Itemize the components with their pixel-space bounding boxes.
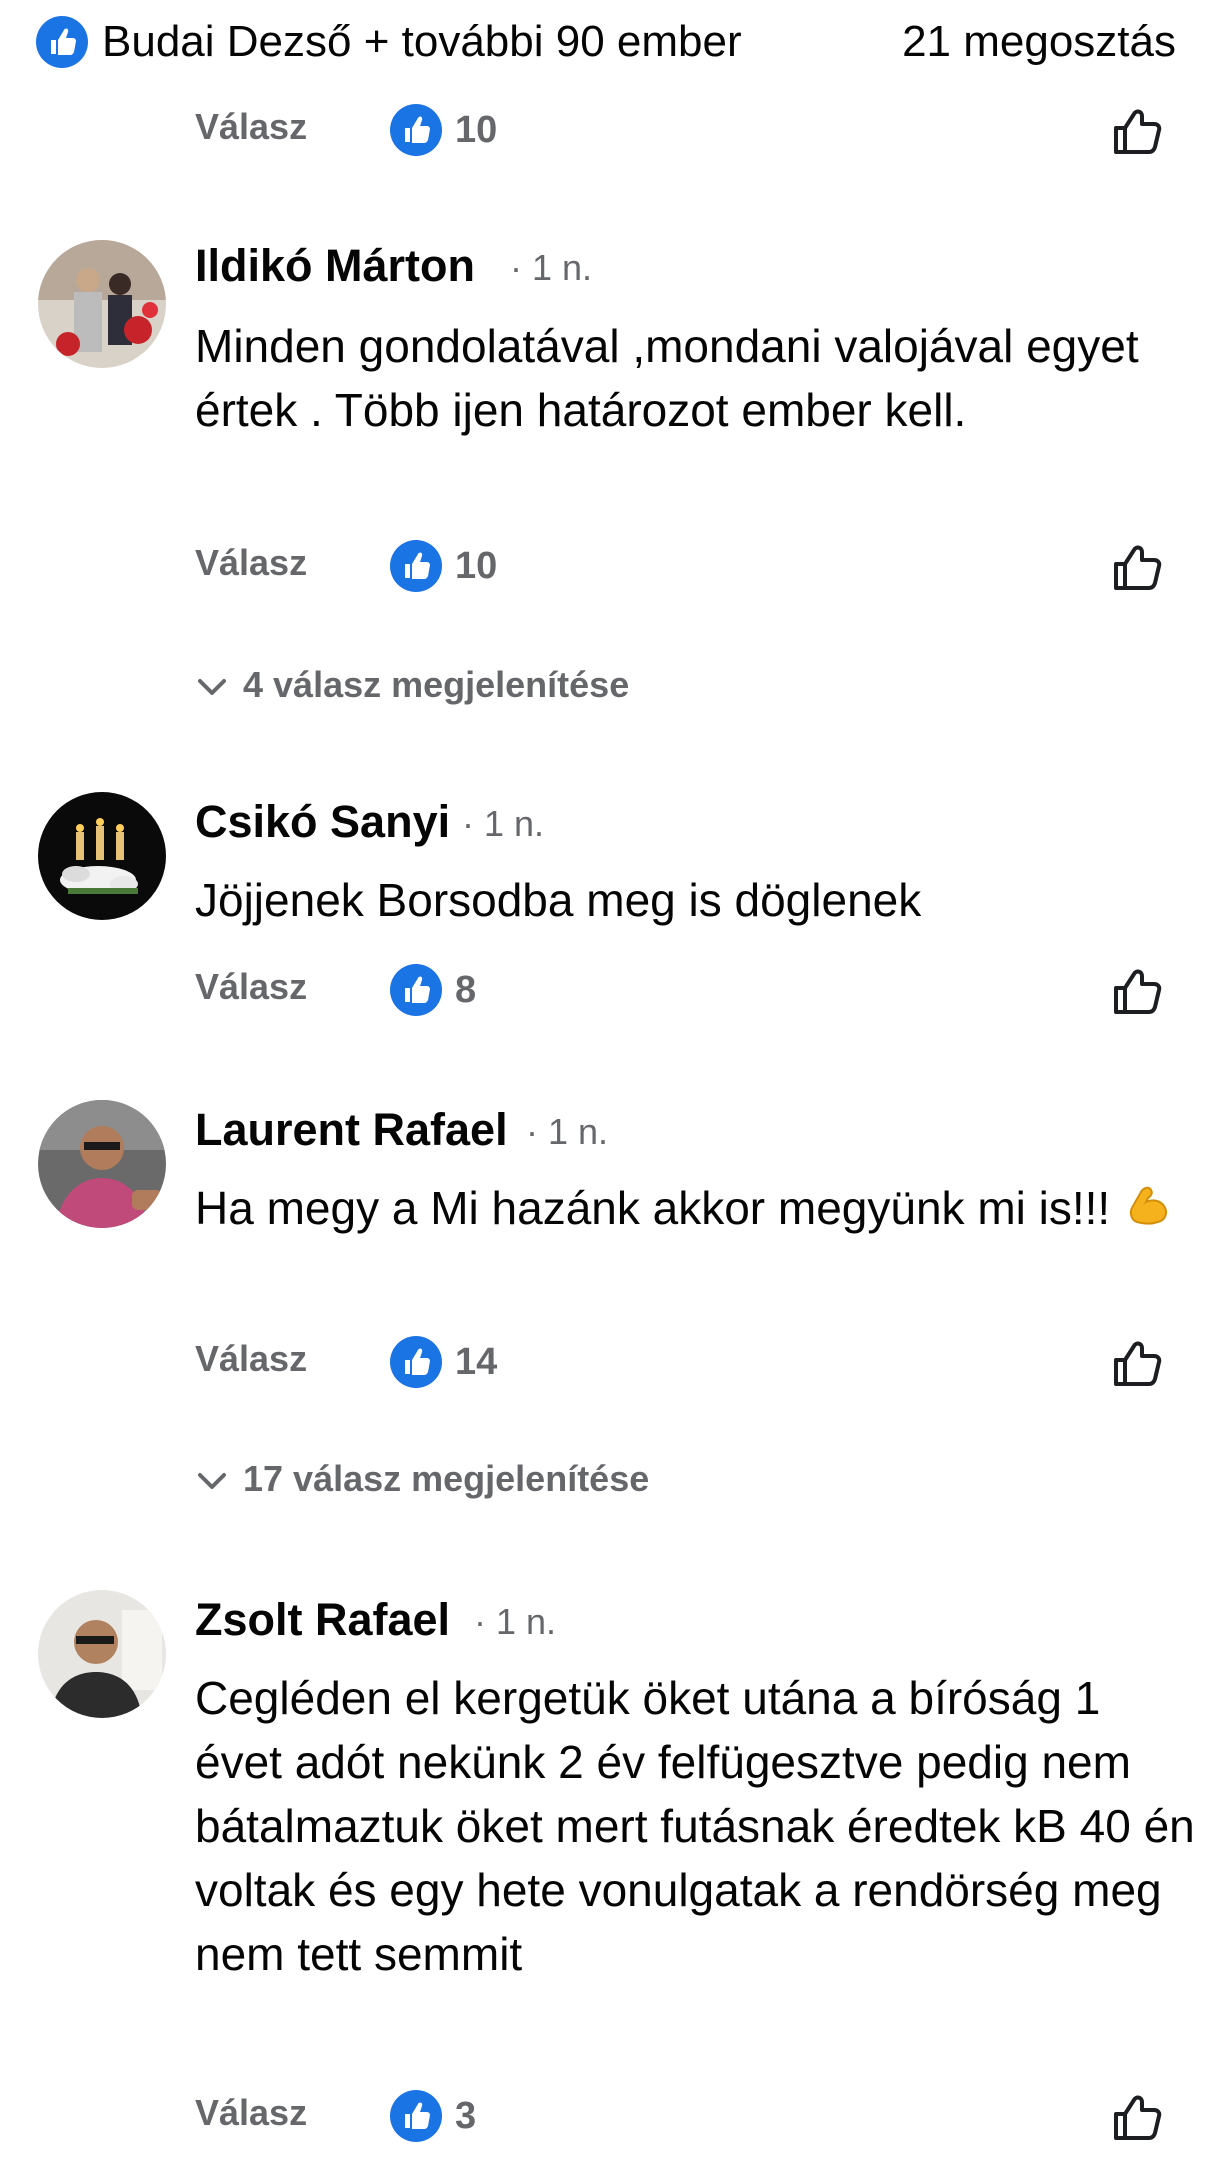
thumbs-up-like-button[interactable] xyxy=(1110,540,1164,594)
view-replies-button[interactable]: 17 válasz megjelenítése xyxy=(195,1454,649,1506)
like-reaction-icon[interactable] xyxy=(390,104,442,156)
reply-button[interactable]: Válasz xyxy=(195,1334,307,1384)
like-reaction-icon[interactable] xyxy=(390,540,442,592)
comment-author[interactable]: Zsolt Rafael xyxy=(195,1592,450,1648)
comment-text: Minden gondolatával ,mondani valojával e… xyxy=(195,320,1139,436)
share-count[interactable]: 21 megosztás xyxy=(902,14,1176,70)
comment-author[interactable]: Laurent Rafael xyxy=(195,1102,508,1158)
reaction-count[interactable]: 10 xyxy=(455,540,497,592)
comment-timestamp[interactable]: · 1 n. xyxy=(474,1594,556,1650)
comment-text: Ha megy a Mi hazánk akkor megyünk mi is!… xyxy=(195,1176,1195,1240)
view-replies-button[interactable]: 4 válasz megjelenítése xyxy=(195,660,629,712)
reply-button[interactable]: Válasz xyxy=(195,538,307,588)
avatar[interactable] xyxy=(38,240,166,368)
comment-text: Jöjjenek Borsodba meg is döglenek xyxy=(195,874,922,926)
flexed-biceps-emoji xyxy=(1123,1180,1175,1232)
like-reaction-icon[interactable] xyxy=(390,964,442,1016)
thumbs-up-like-button[interactable] xyxy=(1110,1336,1164,1390)
reply-button[interactable]: Válasz xyxy=(195,102,307,152)
comment-timestamp[interactable]: · 1 n. xyxy=(526,1104,608,1160)
reply-button[interactable]: Válasz xyxy=(195,962,307,1012)
likers-summary[interactable]: Budai Dezső + további 90 ember xyxy=(102,14,742,70)
thumbs-up-like-button[interactable] xyxy=(1110,2090,1164,2144)
like-reaction-icon[interactable] xyxy=(36,16,88,68)
chevron-down-icon xyxy=(195,662,229,712)
like-reaction-icon[interactable] xyxy=(390,2090,442,2142)
comment-timestamp[interactable]: · 1 n. xyxy=(510,240,592,296)
reply-button[interactable]: Válasz xyxy=(195,2088,307,2138)
avatar[interactable] xyxy=(38,1100,166,1228)
comment-author[interactable]: Ildikó Márton xyxy=(195,238,475,294)
view-replies-label: 4 válasz megjelenítése xyxy=(243,664,630,705)
reactions-summary-bar: Budai Dezső + további 90 ember 21 megosz… xyxy=(0,0,1220,85)
comment-author[interactable]: Csikó Sanyi xyxy=(195,794,450,850)
comment-timestamp[interactable]: · 1 n. xyxy=(462,796,544,852)
avatar[interactable] xyxy=(38,792,166,920)
view-replies-label: 17 válasz megjelenítése xyxy=(243,1458,650,1499)
chevron-down-icon xyxy=(195,1456,229,1506)
thumbs-up-like-button[interactable] xyxy=(1110,104,1164,158)
thumbs-up-like-button[interactable] xyxy=(1110,964,1164,1018)
like-reaction-icon[interactable] xyxy=(390,1336,442,1388)
comment-text-content: Ha megy a Mi hazánk akkor megyünk mi is!… xyxy=(195,1182,1111,1234)
avatar[interactable] xyxy=(38,1590,166,1718)
reaction-count[interactable]: 8 xyxy=(455,964,476,1016)
reaction-count[interactable]: 3 xyxy=(455,2090,476,2142)
reaction-count[interactable]: 10 xyxy=(455,104,497,156)
reaction-count[interactable]: 14 xyxy=(455,1336,497,1388)
comment-text: Cegléden el kergetük öket utána a bírósá… xyxy=(195,1672,1195,1980)
